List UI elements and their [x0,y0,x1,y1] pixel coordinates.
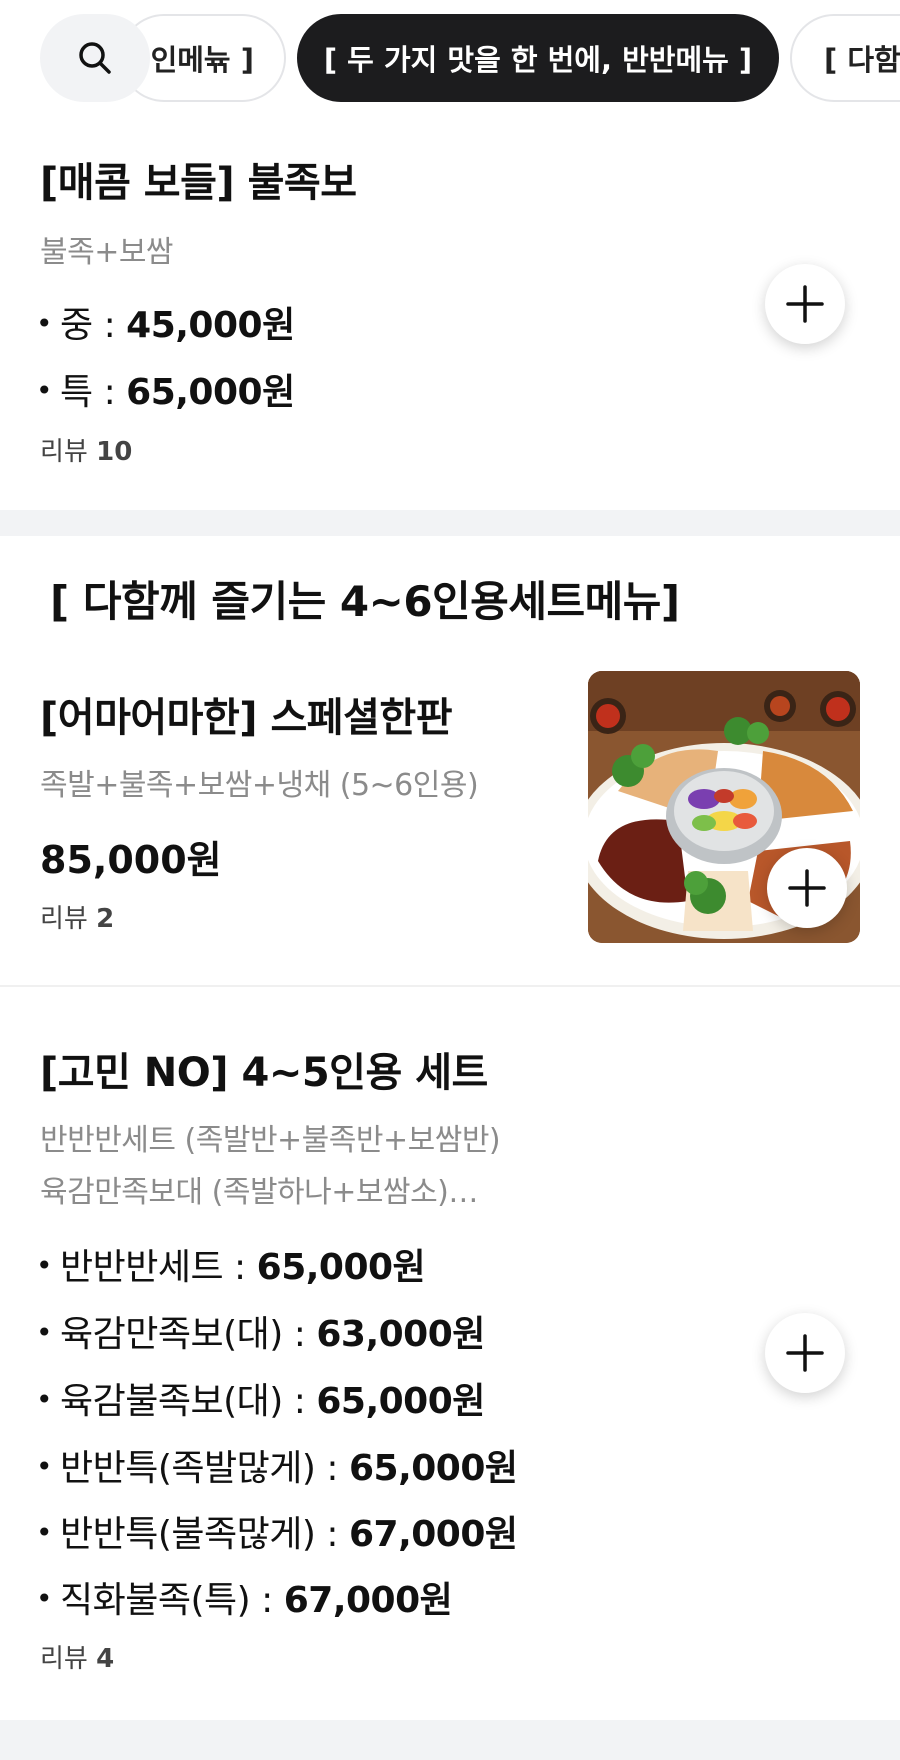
price-option-label: 반반특(족발많게) : [60,1448,349,1489]
menu-item-description: 반반반세트 (족발반+불족반+보쌈반) [40,1123,501,1158]
add-to-cart-button[interactable] [767,848,847,928]
menu-item-title: [어마어마한] 스페셜한판 [40,695,453,741]
price-option-label: 반반반세트 : [60,1247,257,1288]
price-option-label: 특 : [60,372,127,413]
price-option-line: • 중 : 45,000원 [36,296,295,348]
bullet: • [36,1450,53,1483]
review-count: 리뷰 4 [40,1638,114,1675]
price-option-line: • 반반반세트 : 65,000원 [36,1238,426,1290]
category-chip-bar: 인메뉶 ] [ 두 가지 맛을 한 번에, 반반메뉴 ] [ 다함 [0,0,900,120]
search-button[interactable] [40,14,150,102]
category-chip-label: [ 두 가지 맛을 한 번에, 반반메뉴 ] [323,43,753,77]
price-option-label: 육감불족보(대) : [60,1381,317,1422]
section-heading: [ 다함께 즐기는 4~6인용세트메뉴] [50,577,680,626]
price-value: 65,000원 [348,1448,518,1489]
price-option-line: • 육감불족보(대) : 65,000원 [36,1372,485,1424]
add-to-cart-button[interactable] [765,1313,845,1393]
price-option-line: • 직화불족(특) : 67,000원 [36,1571,453,1623]
bullet: • [36,1316,53,1349]
price-value: 67,000원 [283,1580,453,1621]
menu-item-title: [매콤 보들] 불족보 [40,160,357,206]
category-chip-label: [ 다함 [824,43,900,77]
bullet: • [36,307,53,340]
section-separator [0,1720,900,1760]
price-option-label: 반반특(불족많게) : [60,1514,349,1555]
price-option-label: 중 : [60,305,127,346]
review-number: 2 [96,904,115,934]
section-separator [0,510,900,536]
price-value: 65,000원 [316,1381,485,1422]
review-number: 10 [96,437,133,467]
price-value: 67,000원 [348,1514,518,1555]
bullet: • [36,1516,53,1549]
menu-item-description: 육감만족보대 (족발하나+보쌈소)… [40,1175,478,1210]
price-option-line: • 육감만족보(대) : 63,000원 [36,1305,485,1357]
review-count: 리뷰 2 [40,898,114,935]
bullet: • [36,374,53,407]
bullet: • [36,1383,53,1416]
add-to-cart-button[interactable] [765,264,845,344]
review-label: 리뷰 [40,904,88,934]
price-option-line: • 반반특(불족많게) : 67,000원 [36,1505,518,1557]
category-chip-next[interactable]: [ 다함 [790,14,900,102]
menu-item-description: 불족+보쌈 [40,235,174,270]
search-icon [79,42,111,74]
plus-icon [786,285,824,323]
price-option-label: 육감만족보(대) : [60,1314,317,1355]
price-value: 63,000원 [316,1314,485,1355]
price-option-label: 직화불족(특) : [60,1580,284,1621]
menu-item-description: 족발+불족+보쌈+냉채 (5~6인용) [40,768,479,803]
review-number: 4 [96,1644,115,1674]
review-label: 리뷰 [40,1644,88,1674]
price-value: 65,000원 [126,372,295,413]
plus-icon [786,1334,824,1372]
review-label: 리뷰 [40,437,88,467]
price-option-line: • 특 : 65,000원 [36,363,295,415]
price-option-line: • 반반특(족발많게) : 65,000원 [36,1439,518,1491]
bullet: • [36,1582,53,1615]
price-value: 45,000원 [126,305,295,346]
menu-item-title: [고민 NO] 4~5인용 세트 [40,1050,488,1096]
plus-icon [788,869,826,907]
review-count: 리뷰 10 [40,431,132,468]
category-chip-active[interactable]: [ 두 가지 맛을 한 번에, 반반메뉴 ] [297,14,779,102]
price-value: 65,000원 [256,1247,426,1288]
bullet: • [36,1249,53,1282]
category-chip-label: 인메뉶 ] [150,43,254,77]
price-value: 85,000원 [40,838,222,882]
item-divider [0,985,900,987]
